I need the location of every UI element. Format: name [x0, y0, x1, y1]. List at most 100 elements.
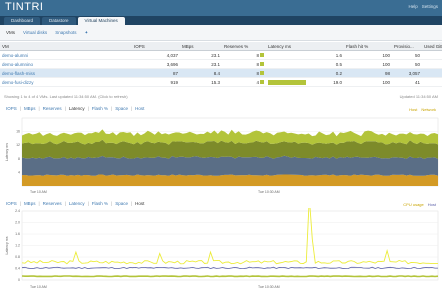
chart1-tab-mbps[interactable]: MBps	[24, 106, 36, 111]
reserves-bar	[260, 62, 264, 67]
chart1-tab-iops[interactable]: IOPS	[6, 106, 17, 111]
latency-value: 19.0	[333, 79, 342, 85]
top-links: Help Settings	[408, 4, 438, 9]
subtab-virtual-disks[interactable]: Virtual disks	[23, 30, 47, 35]
y-tick-label: 16	[16, 130, 20, 134]
latency-bar	[268, 79, 306, 85]
tab-datastore[interactable]: Datastore	[42, 17, 76, 25]
col-provisioned[interactable]: Provisio...	[392, 44, 422, 49]
cell-mbps: 8.4	[213, 70, 220, 76]
y-tick-label: 1.6	[15, 232, 20, 236]
cell-provisioned: 50	[414, 52, 420, 58]
chart2-tab-flash-[interactable]: Flash %	[92, 201, 108, 206]
top-bar: TINTRI Help Settings	[0, 0, 442, 16]
cell-latency: 1.6	[266, 53, 344, 58]
subtab-extra-icon[interactable]: ✦	[84, 30, 88, 36]
cell-mbps: 23.1	[211, 61, 220, 67]
reserves-value: 8	[256, 70, 259, 76]
x-tick-label: Tue 10:30 AM	[258, 285, 280, 289]
chart2-tab-mbps[interactable]: MBps	[24, 201, 36, 206]
vm-name[interactable]: demo-fusi-dizzy	[0, 80, 132, 85]
table-row[interactable]: demo-alumnino 3,696 23.1 8 0.5 100 50	[0, 60, 442, 69]
y-tick-label: 4	[18, 170, 20, 174]
col-used[interactable]: Used GiB	[422, 44, 442, 49]
col-iops[interactable]: IOPS	[132, 44, 180, 49]
chart1-legend: Host Network	[409, 107, 436, 112]
tab-separator: |	[64, 201, 66, 206]
chart1-tab-latency[interactable]: Latency	[69, 106, 85, 111]
chart2-tab-host[interactable]: Host	[135, 201, 144, 206]
table-status: Showing 1 to 4 of 4 VMs. Last updated 11…	[4, 94, 438, 99]
tab-dashboard[interactable]: Dashboard	[4, 17, 41, 25]
vm-name[interactable]: demo-alumni	[0, 53, 132, 58]
cell-reserves: 4	[222, 80, 266, 85]
chart2-tab-reserves[interactable]: Reserves	[43, 201, 62, 206]
y-axis-label: Latency ms	[5, 143, 9, 161]
chart1-tab-space[interactable]: Space	[115, 106, 128, 111]
tab-virtual-machines[interactable]: Virtual Machines	[77, 17, 125, 25]
legend-item: CPU usage	[403, 202, 424, 207]
table-row[interactable]: demo-alumni 4,037 23.1 8 1.6 100 50	[0, 51, 442, 60]
y-tick-label: 0	[18, 278, 20, 282]
subtab-snapshots[interactable]: Snapshots	[55, 30, 76, 35]
help-link[interactable]: Help	[408, 4, 417, 9]
reserves-value: 8	[256, 61, 259, 67]
x-tick-label: Tue 10 AM	[30, 190, 47, 194]
col-mbps[interactable]: MBps	[180, 44, 222, 49]
settings-link[interactable]: Settings	[422, 4, 438, 9]
legend-item: Host	[409, 107, 418, 112]
y-tick-label: 12	[16, 143, 20, 147]
reserves-bar	[260, 80, 264, 85]
cell-provisioned: 3,057	[408, 70, 420, 76]
app-logo: TINTRI	[5, 1, 44, 13]
legend-item: Host	[427, 202, 436, 207]
reserves-bar	[260, 71, 264, 76]
cell-iops: 919	[170, 79, 178, 85]
tab-separator: |	[111, 106, 113, 111]
chart2-tabs: IOPS | MBps | Reserves | Latency | Flash % | Space…	[6, 201, 144, 206]
chart2-tab-latency[interactable]: Latency	[69, 201, 85, 206]
reserves-bar	[260, 53, 264, 58]
cell-provisioned: 41	[414, 79, 420, 85]
table-row[interactable]: demo-flash-miss 87 8.4 8 0.2 98 3,057	[0, 69, 442, 78]
cell-iops: 3,696	[166, 61, 178, 67]
area-series	[22, 155, 438, 176]
vm-name[interactable]: demo-alumnino	[0, 62, 132, 67]
latency-value: 0.2	[335, 70, 342, 76]
sub-tabs: VMs Virtual disks Snapshots ✦	[0, 25, 442, 41]
vm-table: VM IOPS MBps Reserves % Latency ms Flash…	[0, 42, 442, 87]
main-tabs: Dashboard Datastore Virtual Machines	[0, 16, 442, 25]
tab-separator: |	[38, 106, 40, 111]
chart1-tab-flash-[interactable]: Flash %	[92, 106, 108, 111]
tab-separator: |	[130, 106, 133, 111]
cell-flash-hit: 100	[382, 79, 390, 85]
cell-flash-hit: 100	[382, 61, 390, 67]
col-flash-hit[interactable]: Flash hit %	[344, 44, 392, 49]
reserves-value: 8	[256, 52, 259, 58]
tab-separator: |	[87, 106, 89, 111]
cell-iops: 4,037	[166, 52, 178, 58]
cell-reserves: 8	[222, 53, 266, 58]
tab-separator: |	[111, 201, 113, 206]
vm-name[interactable]: demo-flash-miss	[0, 71, 132, 76]
subtab-vms[interactable]: VMs	[6, 30, 15, 35]
col-reserves[interactable]: Reserves %	[222, 44, 266, 49]
latency-value: 1.6	[335, 52, 342, 58]
chart2-tab-iops[interactable]: IOPS	[6, 201, 17, 206]
chart1-tab-host[interactable]: Host	[135, 106, 144, 111]
col-vm[interactable]: VM	[0, 44, 132, 49]
cell-flash-hit: 100	[382, 52, 390, 58]
tab-separator: |	[130, 201, 133, 206]
area-series	[22, 174, 438, 186]
chart2-legend: CPU usage Host	[403, 202, 436, 207]
chart2-host: 2.4 2.0 1.6 1.2 0.8 0.4 0 Latency ms Tue 10 AM Tu…	[5, 208, 439, 289]
chart2-tab-space[interactable]: Space	[115, 201, 128, 206]
table-row[interactable]: demo-fusi-dizzy 919 15.3 4 19.0 100 41	[0, 78, 442, 87]
chart1-tab-reserves[interactable]: Reserves	[43, 106, 62, 111]
cell-provisioned: 50	[414, 61, 420, 67]
tab-separator: |	[64, 106, 66, 111]
y-tick-label: 2.0	[15, 221, 20, 225]
col-latency[interactable]: Latency ms	[266, 44, 344, 49]
status-left: Showing 1 to 4 of 4 VMs. Last updated 11…	[4, 94, 128, 99]
chart1-tabs: IOPS | MBps | Reserves | Latency | Flash % | Space…	[6, 106, 144, 111]
